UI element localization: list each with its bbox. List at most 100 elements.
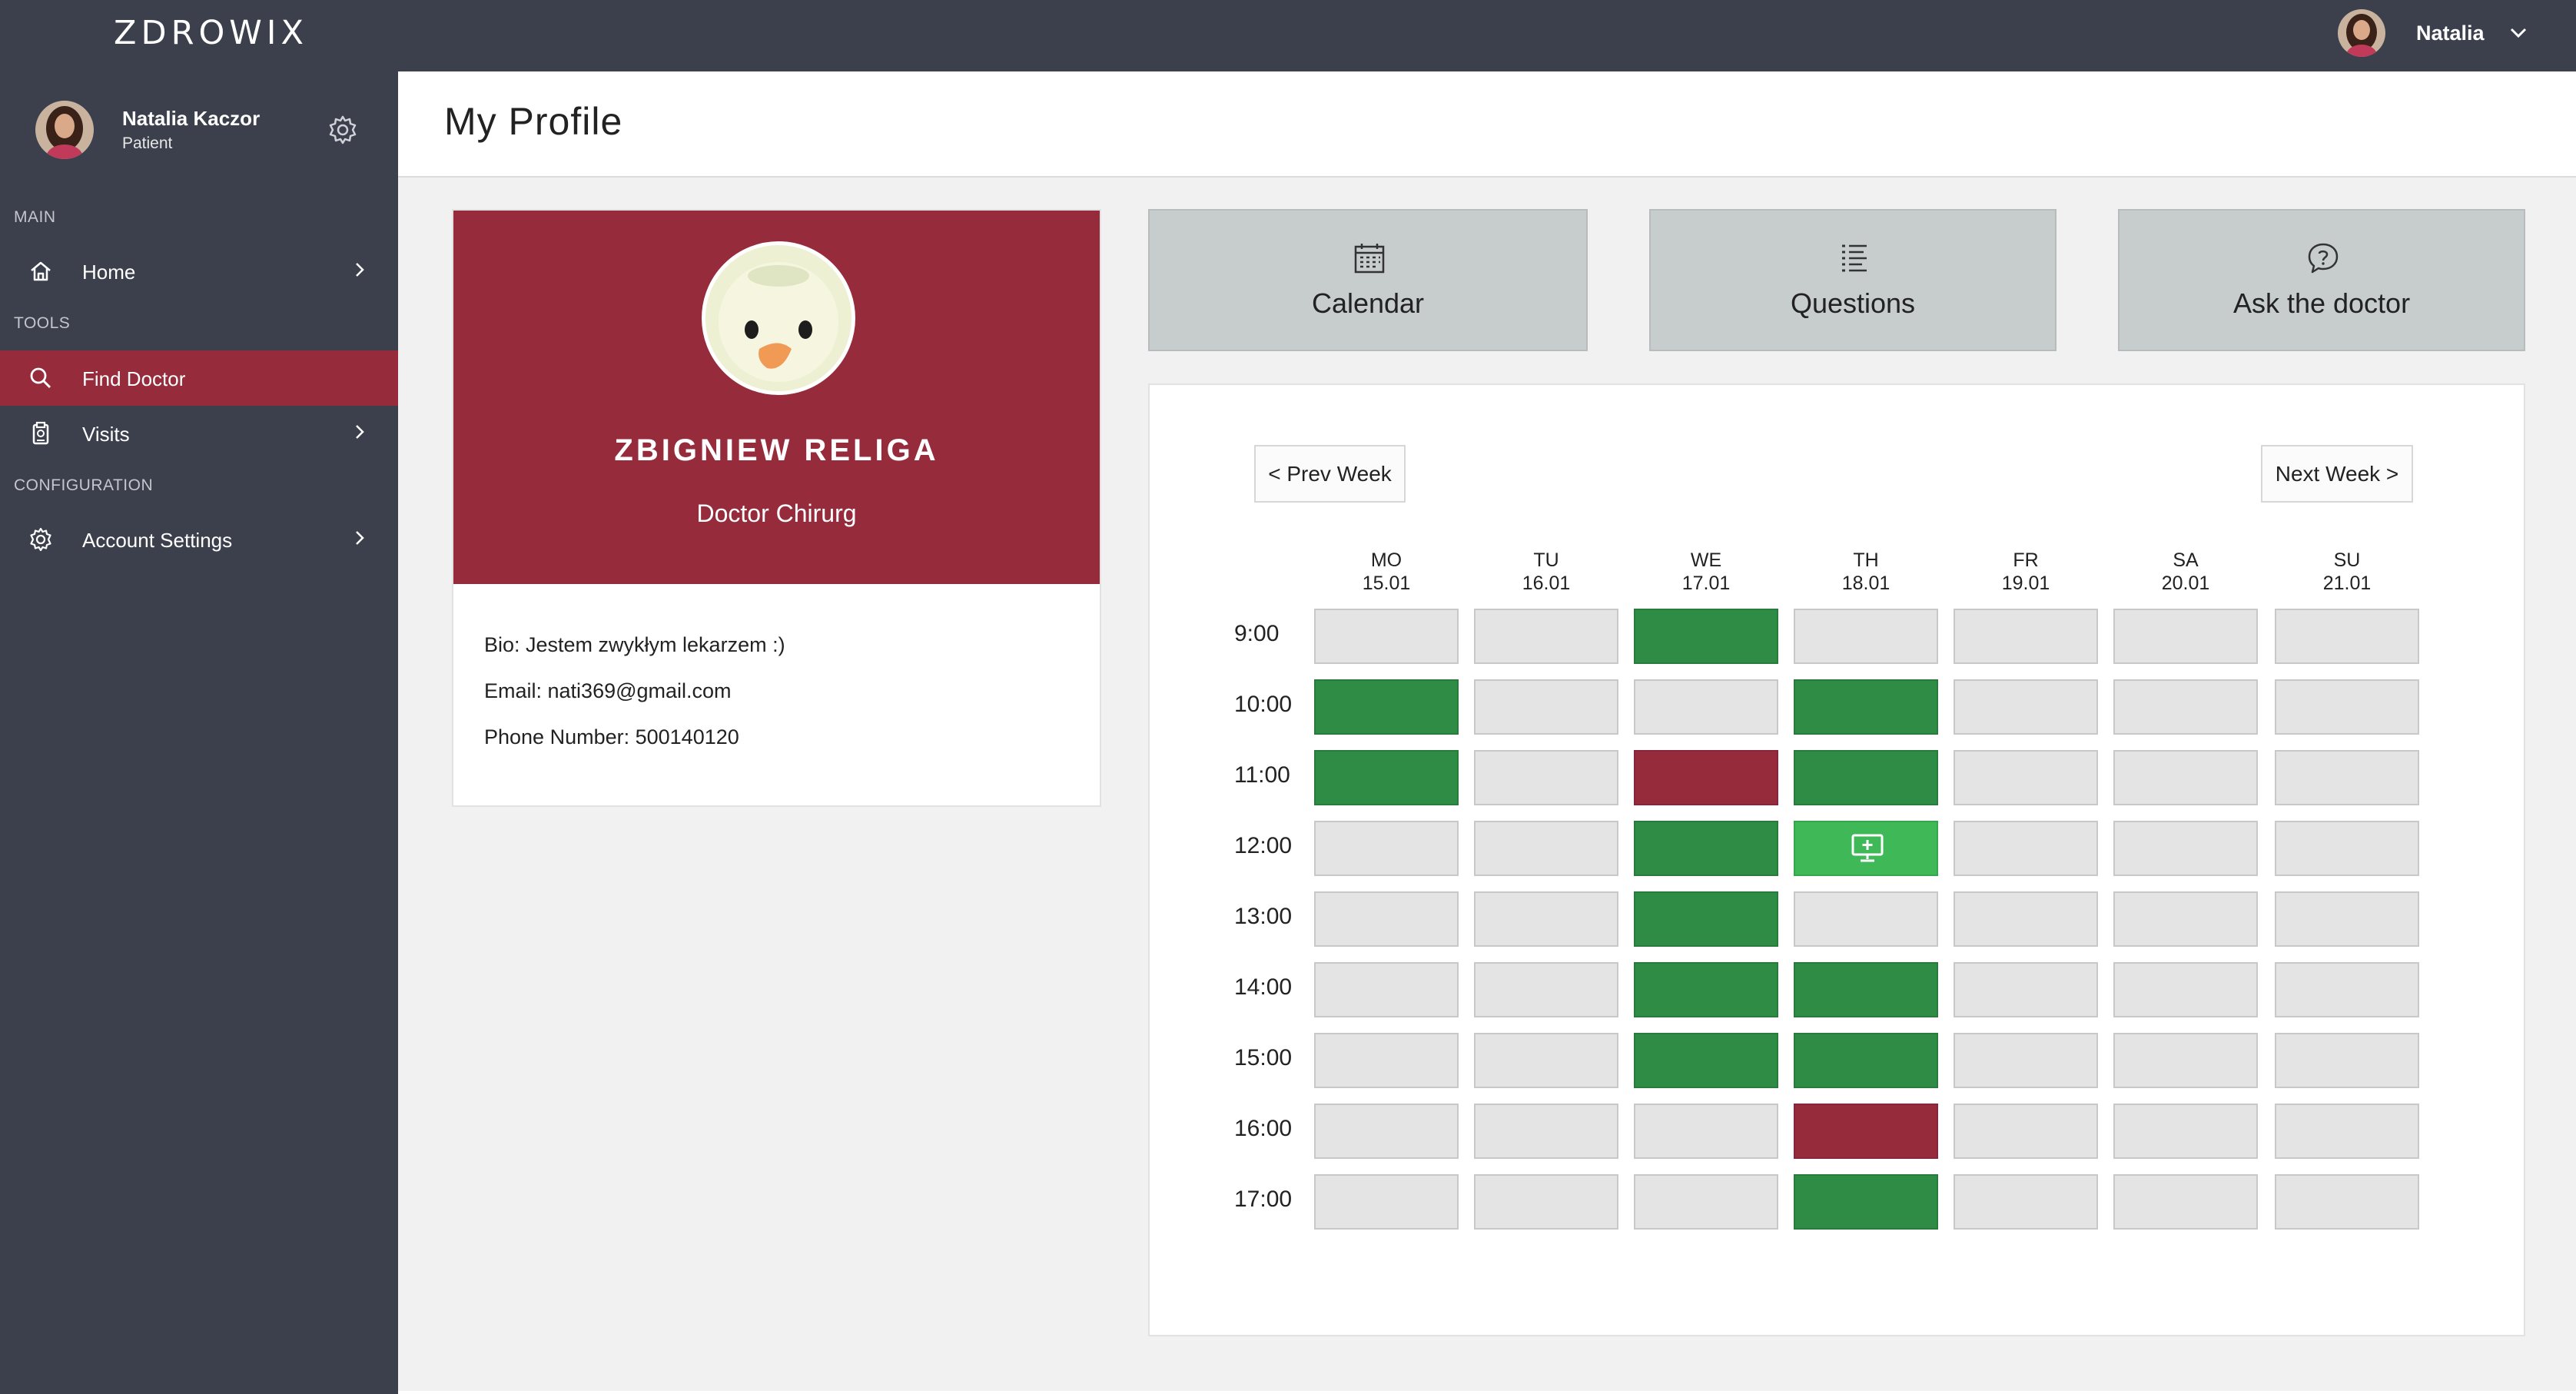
day-header: WE 17.01 [1634, 549, 1778, 595]
page-title: My Profile [444, 100, 623, 143]
sidebar-item-visits[interactable]: Visits [0, 406, 398, 461]
time-label: 17:00 [1234, 1187, 1293, 1212]
sidebar-user-name: Natalia Kaczor [122, 107, 261, 130]
sidebar-item-label: Visits [82, 423, 130, 446]
doctor-photo [702, 241, 855, 395]
sidebar-user-role: Patient [122, 134, 173, 152]
time-slot-available[interactable] [1794, 750, 1938, 805]
doctor-title: Doctor Chirurg [696, 500, 857, 527]
time-slot-empty [1314, 1174, 1459, 1230]
time-label: 14:00 [1234, 974, 1293, 1000]
tile-label: Ask the doctor [2232, 287, 2411, 319]
questions-tile-button[interactable]: Questions [1649, 209, 2056, 351]
time-slot-empty [1474, 962, 1618, 1017]
time-slot-empty [2275, 962, 2419, 1017]
day-date: 21.01 [2322, 573, 2372, 594]
day-name: TU [1533, 549, 1559, 571]
day-date: 16.01 [1522, 573, 1571, 594]
time-slot-empty [1474, 1033, 1618, 1088]
doctor-phone: Phone Number: 500140120 [484, 725, 739, 748]
time-slot-available[interactable] [1314, 679, 1459, 735]
time-slot-empty [1794, 891, 1938, 947]
time-slot-available[interactable] [1634, 821, 1778, 876]
sidebar-item-account-settings[interactable]: Account Settings [0, 512, 398, 567]
time-slot-empty [1954, 750, 2098, 805]
time-slot-available[interactable] [1794, 1174, 1938, 1230]
brand-logo[interactable]: ZDROWIX [114, 14, 308, 52]
time-slot-empty [1314, 962, 1459, 1017]
time-slot-empty [1314, 1033, 1459, 1088]
sidebar-item-label: Home [82, 261, 136, 284]
day-date: 18.01 [1841, 573, 1891, 594]
calendar-tile-button[interactable]: Calendar [1148, 209, 1588, 351]
time-slot-empty [1474, 1174, 1618, 1230]
time-slot-booked[interactable] [1634, 750, 1778, 805]
time-slot-empty [2113, 750, 2258, 805]
day-name: FR [2013, 549, 2039, 571]
profile-hero: ZBIGNIEW RELIGA Doctor Chirurg [453, 211, 1100, 584]
divider [398, 1391, 2576, 1394]
ask-doctor-tile-button[interactable]: Ask the doctor [2118, 209, 2525, 351]
day-date: 17.01 [1681, 573, 1731, 594]
sidebar-item-label: Find Doctor [82, 367, 186, 390]
time-slot-available[interactable] [1794, 679, 1938, 735]
time-slot-empty [2113, 1104, 2258, 1159]
time-slot-empty [1794, 609, 1938, 664]
time-slot-available[interactable] [1634, 891, 1778, 947]
time-slot-available[interactable] [1634, 1033, 1778, 1088]
tile-label: Questions [1790, 287, 1916, 319]
user-name[interactable]: Natalia [2416, 22, 2485, 45]
day-name: TH [1853, 549, 1879, 571]
tile-label: Calendar [1311, 287, 1425, 319]
time-slot-empty [2275, 679, 2419, 735]
time-label: 12:00 [1234, 833, 1293, 858]
time-slot-empty [1314, 609, 1459, 664]
day-date: 15.01 [1362, 573, 1411, 594]
time-slot-empty [1314, 891, 1459, 947]
day-date: 19.01 [2001, 573, 2050, 594]
time-slot-available[interactable] [1314, 750, 1459, 805]
list-icon [1836, 240, 1873, 277]
monitor-plus-icon [1850, 832, 1885, 865]
sidebar-item-home[interactable]: Home [0, 244, 398, 299]
time-slot-empty [2113, 679, 2258, 735]
time-slot-empty [1474, 679, 1618, 735]
time-label: 9:00 [1234, 621, 1280, 646]
doctor-name: ZBIGNIEW RELIGA [614, 433, 939, 467]
chevron-down-icon[interactable] [2507, 22, 2530, 45]
time-slot-empty [2275, 1104, 2419, 1159]
time-slot-empty [1954, 1104, 2098, 1159]
time-slot-empty [1954, 1174, 2098, 1230]
doctor-profile-card: ZBIGNIEW RELIGA Doctor Chirurg Bio: Jest… [452, 209, 1101, 807]
calendar-panel: < Prev Week Next Week > MO 15.01 TU 16.01 WE… [1148, 383, 2525, 1336]
next-week-button[interactable]: Next Week > [2261, 445, 2413, 503]
time-label: 10:00 [1234, 692, 1293, 717]
day-header: SU 21.01 [2275, 549, 2419, 595]
time-slot-booked[interactable] [1794, 1104, 1938, 1159]
time-slot-mine[interactable] [1794, 821, 1938, 876]
time-label: 13:00 [1234, 904, 1293, 929]
prev-week-button[interactable]: < Prev Week [1254, 445, 1406, 503]
time-slot-empty [2275, 609, 2419, 664]
time-slot-empty [1954, 1033, 2098, 1088]
time-slot-available[interactable] [1634, 609, 1778, 664]
time-slot-available[interactable] [1794, 962, 1938, 1017]
time-slot-empty [2113, 962, 2258, 1017]
clipboard-icon [28, 420, 54, 446]
time-slot-empty [1474, 750, 1618, 805]
chevron-right-icon [349, 259, 370, 280]
day-header: TH 18.01 [1794, 549, 1938, 595]
gear-icon [28, 526, 54, 553]
time-slot-available[interactable] [1634, 962, 1778, 1017]
avatar[interactable] [2338, 9, 2385, 57]
calendar-icon [1351, 240, 1388, 277]
time-label: 15:00 [1234, 1045, 1293, 1070]
gear-icon[interactable] [326, 113, 360, 147]
time-slot-empty [2113, 1174, 2258, 1230]
search-icon [28, 365, 54, 391]
time-slot-empty [1954, 679, 2098, 735]
doctor-email: Email: nati369@gmail.com [484, 679, 732, 702]
sidebar-item-find-doctor[interactable]: Find Doctor [0, 350, 398, 406]
day-header: MO 15.01 [1314, 549, 1459, 595]
time-slot-available[interactable] [1794, 1033, 1938, 1088]
